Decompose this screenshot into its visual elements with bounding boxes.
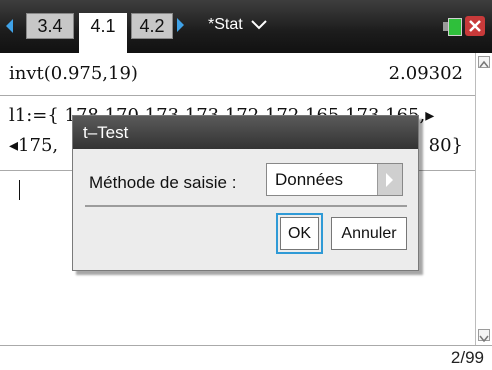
divider bbox=[0, 95, 475, 96]
status-bar: 2/99 bbox=[0, 345, 492, 370]
input-method-select[interactable]: Données bbox=[266, 163, 403, 196]
scrollbar[interactable] bbox=[475, 53, 492, 345]
page-counter: 2/99 bbox=[450, 348, 484, 367]
tab-4-1[interactable]: 4.1 bbox=[79, 13, 127, 53]
t-test-dialog: t–Test Méthode de saisie : Données OK An… bbox=[72, 115, 419, 271]
close-icon[interactable] bbox=[465, 16, 485, 36]
history-input-2-cont[interactable]: ◂175, bbox=[9, 135, 58, 156]
document-title: *Stat bbox=[208, 16, 243, 33]
dropdown-arrow-icon[interactable] bbox=[377, 164, 402, 195]
battery-icon bbox=[443, 18, 462, 36]
left-arrow-icon[interactable] bbox=[6, 19, 13, 33]
cancel-button[interactable]: Annuler bbox=[331, 217, 407, 250]
history-result-2: 80} bbox=[428, 135, 463, 156]
tab-4-2[interactable]: 4.2 bbox=[131, 13, 173, 39]
dialog-separator bbox=[85, 205, 407, 207]
ok-button[interactable]: OK bbox=[276, 213, 323, 254]
scroll-down-icon[interactable] bbox=[478, 329, 490, 343]
input-method-label: Méthode de saisie : bbox=[89, 173, 237, 192]
history-result-1[interactable]: 2.09302 bbox=[389, 63, 463, 84]
dialog-title: t–Test bbox=[73, 116, 418, 149]
scroll-up-icon[interactable] bbox=[478, 56, 490, 68]
document-menu[interactable]: *Stat bbox=[208, 14, 267, 36]
tab-3-4[interactable]: 3.4 bbox=[26, 13, 74, 39]
chevron-down-icon bbox=[251, 20, 267, 30]
top-bar: 3.4 4.1 4.2 *Stat bbox=[0, 0, 492, 53]
right-arrow-icon[interactable] bbox=[177, 18, 184, 32]
entry-line-cursor[interactable] bbox=[19, 180, 20, 200]
history-input-1[interactable]: invt(0.975,19) bbox=[9, 63, 138, 84]
input-method-value: Données bbox=[275, 170, 344, 189]
